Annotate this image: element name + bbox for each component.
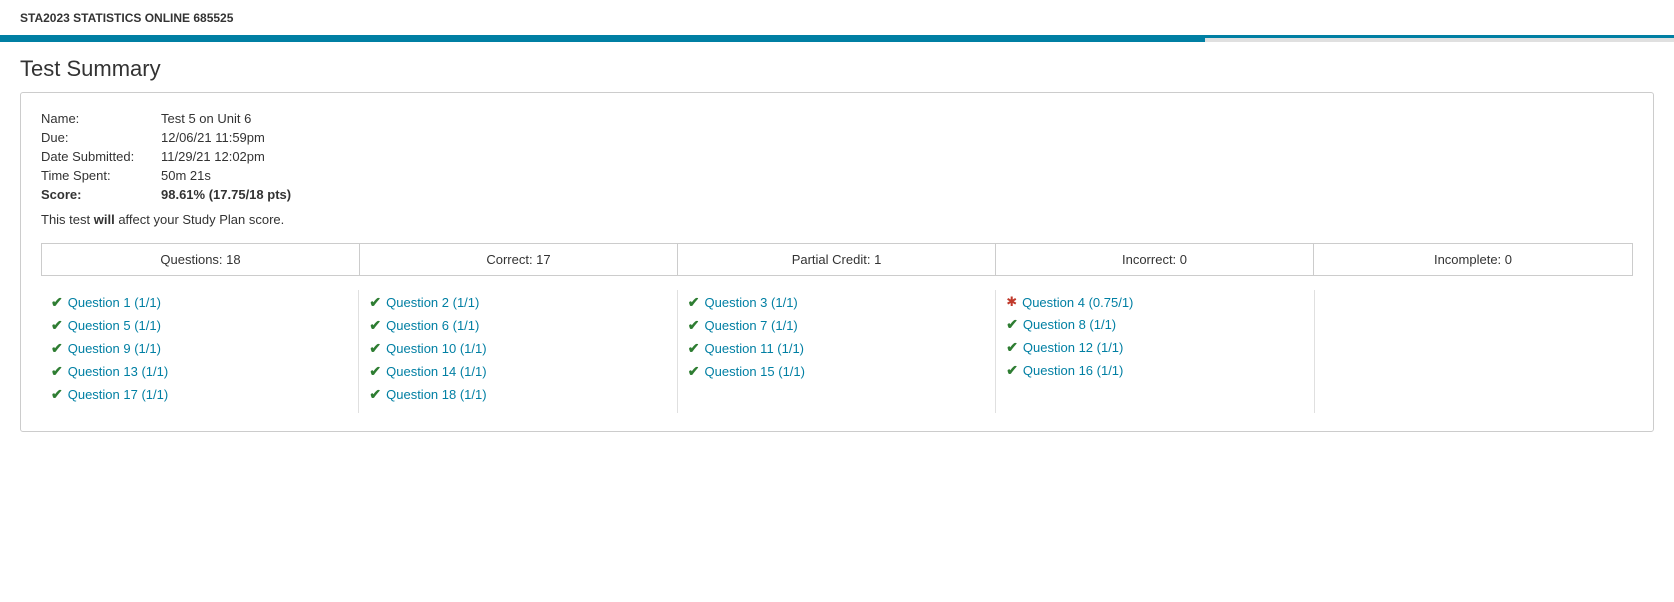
list-item: ✱ Question 4 (0.75/1) (1006, 294, 1303, 310)
list-item: ✔ Question 3 (1/1) (688, 294, 985, 311)
list-item: ✔ Question 15 (1/1) (688, 363, 985, 380)
question-label[interactable]: Question 7 (1/1) (705, 318, 798, 333)
list-item: ✔ Question 13 (1/1) (51, 363, 348, 380)
question-label[interactable]: Question 2 (1/1) (386, 295, 479, 310)
summary-incorrect: Incorrect: 0 (996, 244, 1314, 275)
list-item: ✔ Question 16 (1/1) (1006, 362, 1303, 379)
check-icon: ✔ (369, 340, 381, 357)
list-item: ✔ Question 2 (1/1) (369, 294, 666, 311)
list-item: ✔ Question 9 (1/1) (51, 340, 348, 357)
time-spent-value: 50m 21s (161, 168, 211, 183)
name-value: Test 5 on Unit 6 (161, 111, 251, 126)
time-spent-label: Time Spent: (41, 168, 161, 183)
name-label: Name: (41, 111, 161, 126)
check-icon: ✔ (1006, 339, 1018, 356)
list-item: ✔ Question 8 (1/1) (1006, 316, 1303, 333)
partial-icon: ✱ (1006, 294, 1017, 310)
list-item: ✔ Question 17 (1/1) (51, 386, 348, 403)
info-table: Name: Test 5 on Unit 6 Due: 12/06/21 11:… (41, 111, 1633, 202)
check-icon: ✔ (51, 386, 63, 403)
page-title: Test Summary (0, 42, 1674, 92)
question-label[interactable]: Question 10 (1/1) (386, 341, 486, 356)
summary-correct: Correct: 17 (360, 244, 678, 275)
info-row-time-spent: Time Spent: 50m 21s (41, 168, 1633, 183)
questions-col-3: ✔ Question 3 (1/1) ✔ Question 7 (1/1) ✔ Quest… (678, 290, 996, 413)
check-icon: ✔ (369, 294, 381, 311)
check-icon: ✔ (51, 340, 63, 357)
check-icon: ✔ (51, 317, 63, 334)
questions-col-2: ✔ Question 2 (1/1) ✔ Question 6 (1/1) ✔ Quest… (359, 290, 677, 413)
question-label[interactable]: Question 8 (1/1) (1023, 317, 1116, 332)
info-row-date-submitted: Date Submitted: 11/29/21 12:02pm (41, 149, 1633, 164)
summary-grid: Questions: 18 Correct: 17 Partial Credit… (41, 243, 1633, 276)
summary-questions: Questions: 18 (42, 244, 360, 275)
check-icon: ✔ (688, 317, 700, 334)
info-row-due: Due: 12/06/21 11:59pm (41, 130, 1633, 145)
question-label[interactable]: Question 3 (1/1) (705, 295, 798, 310)
check-icon: ✔ (369, 363, 381, 380)
question-label[interactable]: Question 17 (1/1) (68, 387, 168, 402)
question-label[interactable]: Question 5 (1/1) (68, 318, 161, 333)
question-label[interactable]: Question 13 (1/1) (68, 364, 168, 379)
date-submitted-label: Date Submitted: (41, 149, 161, 164)
list-item: ✔ Question 5 (1/1) (51, 317, 348, 334)
list-item: ✔ Question 1 (1/1) (51, 294, 348, 311)
check-icon: ✔ (1006, 316, 1018, 333)
check-icon: ✔ (51, 294, 63, 311)
list-item: ✔ Question 7 (1/1) (688, 317, 985, 334)
info-row-score: Score: 98.61% (17.75/18 pts) (41, 187, 1633, 202)
check-icon: ✔ (51, 363, 63, 380)
check-icon: ✔ (369, 317, 381, 334)
list-item: ✔ Question 18 (1/1) (369, 386, 666, 403)
questions-col-1: ✔ Question 1 (1/1) ✔ Question 5 (1/1) ✔ Quest… (41, 290, 359, 413)
due-label: Due: (41, 130, 161, 145)
questions-col-4: ✱ Question 4 (0.75/1) ✔ Question 8 (1/1) ✔ Qu… (996, 290, 1314, 413)
info-row-name: Name: Test 5 on Unit 6 (41, 111, 1633, 126)
question-label[interactable]: Question 12 (1/1) (1023, 340, 1123, 355)
list-item: ✔ Question 11 (1/1) (688, 340, 985, 357)
questions-col-5 (1315, 290, 1633, 413)
check-icon: ✔ (688, 340, 700, 357)
list-item: ✔ Question 6 (1/1) (369, 317, 666, 334)
due-value: 12/06/21 11:59pm (161, 130, 265, 145)
question-label[interactable]: Question 15 (1/1) (705, 364, 805, 379)
check-icon: ✔ (688, 363, 700, 380)
question-label[interactable]: Question 9 (1/1) (68, 341, 161, 356)
summary-incomplete: Incomplete: 0 (1314, 244, 1632, 275)
question-label[interactable]: Question 11 (1/1) (705, 341, 804, 356)
score-label: Score: (41, 187, 161, 202)
course-title: STA2023 STATISTICS ONLINE 685525 (20, 11, 233, 25)
content-card: Name: Test 5 on Unit 6 Due: 12/06/21 11:… (20, 92, 1654, 432)
check-icon: ✔ (369, 386, 381, 403)
date-submitted-value: 11/29/21 12:02pm (161, 149, 265, 164)
question-label[interactable]: Question 1 (1/1) (68, 295, 161, 310)
question-label[interactable]: Question 6 (1/1) (386, 318, 479, 333)
study-plan-text: This test will affect your Study Plan sc… (41, 212, 1633, 227)
question-label[interactable]: Question 16 (1/1) (1023, 363, 1123, 378)
list-item: ✔ Question 10 (1/1) (369, 340, 666, 357)
list-item: ✔ Question 12 (1/1) (1006, 339, 1303, 356)
list-item: ✔ Question 14 (1/1) (369, 363, 666, 380)
check-icon: ✔ (688, 294, 700, 311)
question-label[interactable]: Question 18 (1/1) (386, 387, 486, 402)
summary-partial: Partial Credit: 1 (678, 244, 996, 275)
score-value: 98.61% (17.75/18 pts) (161, 187, 291, 202)
check-icon: ✔ (1006, 362, 1018, 379)
question-label[interactable]: Question 4 (0.75/1) (1022, 295, 1133, 310)
top-bar: STA2023 STATISTICS ONLINE 685525 (0, 0, 1674, 38)
questions-grid: ✔ Question 1 (1/1) ✔ Question 5 (1/1) ✔ Quest… (41, 290, 1633, 413)
question-label[interactable]: Question 14 (1/1) (386, 364, 486, 379)
